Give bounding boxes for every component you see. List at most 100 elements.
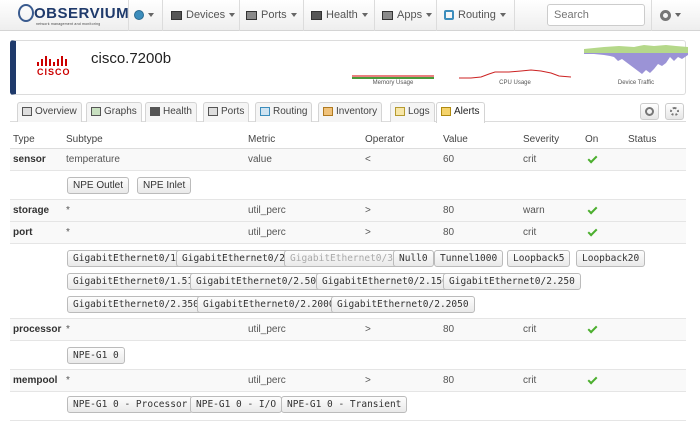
- tab-health[interactable]: Health: [145, 102, 197, 122]
- health-icon: [311, 10, 322, 20]
- observium-logo[interactable]: OBSERVIUM network management and monitor…: [12, 3, 129, 29]
- nav-routing[interactable]: Routing: [444, 0, 506, 31]
- nav-globe-menu[interactable]: [134, 0, 154, 31]
- entity-button[interactable]: Tunnel1000: [434, 250, 504, 267]
- nav-divider: [514, 0, 515, 31]
- header-subtype[interactable]: Subtype: [66, 134, 103, 145]
- header-type[interactable]: Type: [13, 134, 35, 145]
- entity-button[interactable]: Loopback5: [507, 250, 571, 267]
- tab-routing[interactable]: Routing: [255, 102, 313, 122]
- entity-button[interactable]: GigabitEthernet0/2.150: [316, 273, 454, 290]
- entity-list: NPE-G1 0: [10, 341, 686, 370]
- logo-mark-icon: [18, 4, 34, 22]
- entity-button[interactable]: GigabitEthernet0/2.2000: [197, 296, 341, 313]
- entity-button[interactable]: NPE-G1 0 - I/O: [190, 396, 283, 413]
- check-icon: [587, 204, 598, 215]
- row-operator: >: [365, 227, 371, 238]
- nav-settings-menu[interactable]: [660, 0, 681, 31]
- entity-button[interactable]: NPE-G1 0 - Processor: [67, 396, 194, 413]
- row-value: 60: [443, 154, 455, 165]
- nav-divider: [651, 0, 652, 31]
- search-input[interactable]: [547, 4, 645, 26]
- refresh-button[interactable]: [640, 103, 659, 120]
- row-type: mempool: [13, 375, 58, 386]
- nav-health[interactable]: Health: [311, 0, 368, 31]
- nav-devices[interactable]: Devices: [171, 0, 236, 31]
- logo-tagline: network management and monitoring: [36, 22, 101, 26]
- server-icon: [171, 10, 182, 20]
- entity-button-disabled[interactable]: GigabitEthernet0/3: [284, 250, 399, 267]
- table-row[interactable]: sensor temperature value < 60 crit: [10, 149, 686, 171]
- entity-button[interactable]: GigabitEthernet0/1: [67, 250, 182, 267]
- entity-list: NPE Outlet NPE Inlet: [10, 171, 686, 200]
- tab-logs-label: Logs: [408, 106, 430, 117]
- row-metric: util_perc: [248, 324, 286, 335]
- header-status[interactable]: Status: [628, 134, 656, 145]
- entity-button[interactable]: NPE-G1 0 - Transient: [281, 396, 408, 413]
- tab-alerts[interactable]: Alerts: [436, 102, 485, 123]
- chevron-down-icon: [426, 13, 433, 18]
- row-value: 80: [443, 227, 455, 238]
- header-operator[interactable]: Operator: [365, 134, 404, 145]
- tab-overview[interactable]: Overview: [17, 102, 82, 122]
- entity-button[interactable]: NPE-G1 0: [67, 347, 125, 364]
- row-operator: >: [365, 324, 371, 335]
- device-traffic-graph[interactable]: [584, 41, 688, 77]
- device-header: CISCO cisco.7200b Memory Usage CPU Usage…: [10, 40, 688, 95]
- table-row[interactable]: mempool * util_perc > 80 crit: [10, 370, 686, 392]
- port-icon: [246, 10, 257, 20]
- entity-button[interactable]: NPE Outlet: [67, 177, 130, 194]
- chevron-down-icon: [148, 13, 154, 18]
- chevron-down-icon: [499, 13, 506, 18]
- entity-button[interactable]: GigabitEthernet0/2.2050: [331, 296, 475, 313]
- routing-icon: [444, 10, 454, 21]
- entity-button[interactable]: GigabitEthernet0/2.250: [443, 273, 581, 290]
- entity-button[interactable]: GigabitEthernet0/2: [176, 250, 291, 267]
- row-subtype: *: [66, 205, 70, 216]
- header-value[interactable]: Value: [443, 134, 468, 145]
- nav-apps[interactable]: Apps: [382, 0, 433, 31]
- traffic-out-area: [584, 53, 688, 74]
- header-severity[interactable]: Severity: [523, 134, 559, 145]
- entity-button[interactable]: NPE Inlet: [137, 177, 192, 194]
- entity-button[interactable]: GigabitEthernet0/1.51: [67, 273, 200, 290]
- tab-graphs[interactable]: Graphs: [86, 102, 142, 122]
- nav-ports[interactable]: Ports: [246, 0, 297, 31]
- entity-button[interactable]: GigabitEthernet0/2.350: [67, 296, 205, 313]
- entity-button[interactable]: Loopback20: [576, 250, 646, 267]
- health-icon: [150, 106, 160, 116]
- table-row[interactable]: processor * util_perc > 80 crit: [10, 319, 686, 341]
- row-metric: util_perc: [248, 227, 286, 238]
- nav-devices-label: Devices: [186, 9, 226, 21]
- table-row[interactable]: port * util_perc > 80 crit: [10, 222, 686, 244]
- row-type: storage: [13, 205, 50, 216]
- tab-inventory[interactable]: Inventory: [318, 102, 383, 122]
- nav-divider: [303, 0, 304, 31]
- gear-icon: [670, 107, 679, 116]
- chevron-down-icon: [229, 13, 236, 18]
- tab-ports[interactable]: Ports: [203, 102, 250, 122]
- chevron-down-icon: [290, 13, 297, 18]
- check-icon: [587, 153, 598, 164]
- cpu-usage-graph[interactable]: [459, 49, 571, 79]
- nav-ports-label: Ports: [261, 9, 287, 21]
- alert-icon: [441, 106, 451, 116]
- device-settings-button[interactable]: [665, 103, 684, 120]
- cpu-usage-label: CPU Usage: [499, 80, 531, 86]
- tab-alerts-label: Alerts: [454, 106, 480, 117]
- header-on[interactable]: On: [585, 134, 598, 145]
- entity-button[interactable]: GigabitEthernet0/2.50: [190, 273, 323, 290]
- cisco-logo: CISCO: [36, 54, 70, 80]
- apps-icon: [382, 10, 393, 20]
- entity-list: GigabitEthernet0/1 GigabitEthernet0/2 Gi…: [10, 244, 686, 319]
- cisco-wordmark: CISCO: [37, 67, 71, 77]
- device-name[interactable]: cisco.7200b: [91, 50, 171, 67]
- tab-logs[interactable]: Logs: [390, 102, 435, 122]
- inventory-icon: [323, 106, 333, 116]
- entity-button[interactable]: Null0: [393, 250, 434, 267]
- row-operator: >: [365, 375, 371, 386]
- memory-usage-graph[interactable]: [352, 49, 434, 79]
- header-metric[interactable]: Metric: [248, 134, 275, 145]
- row-type: processor: [13, 324, 62, 335]
- table-row[interactable]: storage * util_perc > 80 warn: [10, 200, 686, 222]
